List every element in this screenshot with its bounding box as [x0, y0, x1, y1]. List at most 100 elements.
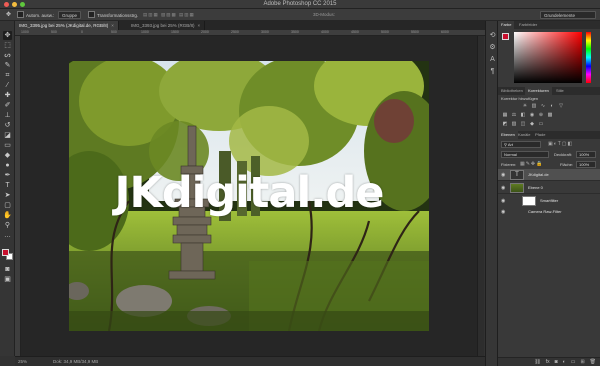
move-tool-icon[interactable]: ✥: [3, 11, 14, 19]
type-tool-icon[interactable]: T: [3, 181, 12, 190]
gradient-tool-icon[interactable]: ▭: [3, 141, 12, 150]
lasso-tool-icon[interactable]: ᔕ: [3, 51, 12, 60]
zoom-level[interactable]: 25%: [18, 357, 27, 366]
tab-channels[interactable]: Kanäle: [515, 131, 533, 139]
layers-panel-tabs: Ebenen Kanäle Pfade: [498, 131, 600, 139]
mask-icon[interactable]: ◙: [555, 358, 558, 366]
photo-filter-icon[interactable]: ◉: [529, 112, 535, 118]
brightness-icon[interactable]: ☀: [522, 103, 528, 109]
hand-tool-icon[interactable]: ✋: [3, 211, 12, 220]
layer-row-image[interactable]: ◉ Ebene 0: [498, 182, 600, 194]
character-icon[interactable]: A: [488, 55, 497, 64]
layer-filter-dropdown[interactable]: ⚲ Art: [501, 141, 541, 148]
exposure-icon[interactable]: ◐: [549, 103, 555, 109]
crop-tool-icon[interactable]: ⌗: [3, 71, 12, 80]
hue-slider[interactable]: [586, 32, 591, 83]
eye-icon[interactable]: ◉: [501, 185, 505, 191]
screen-mode-icon[interactable]: ▣: [3, 275, 12, 284]
watermark-text[interactable]: JKdigital.de: [69, 168, 429, 218]
paragraph-icon[interactable]: ¶: [488, 67, 497, 76]
close-icon[interactable]: ×: [198, 23, 201, 28]
selective-color-icon[interactable]: ◆: [529, 121, 535, 127]
tab-styles[interactable]: Stile: [553, 87, 567, 95]
blend-mode-dropdown[interactable]: Normal: [501, 151, 549, 158]
layer-row-text[interactable]: ◉ T JKdigital.de: [498, 169, 600, 181]
lock-icons[interactable]: ▦✎✥🔒: [520, 161, 543, 167]
camera-raw-filter-row[interactable]: ◉ Camera Raw-Filter: [498, 207, 600, 217]
path-select-tool-icon[interactable]: ➤: [3, 191, 12, 200]
quick-mask-icon[interactable]: ◙: [3, 265, 12, 274]
panel-dock: ⟲ ⚙ A ¶: [485, 21, 498, 366]
color-balance-icon[interactable]: ⚖: [511, 112, 517, 118]
more-tools-icon[interactable]: …: [3, 231, 12, 240]
move-tool-icon[interactable]: ✥: [3, 31, 12, 40]
tab-adjustments[interactable]: Korrekturen: [525, 87, 552, 95]
ruler-tick: 5500: [411, 30, 419, 34]
link-icon[interactable]: ⛓: [534, 358, 540, 366]
eye-icon[interactable]: ◉: [501, 172, 505, 178]
vibrance-icon[interactable]: ▽: [558, 103, 564, 109]
auto-select-checkbox[interactable]: Autom. ausw.:: [14, 11, 57, 19]
healing-brush-tool-icon[interactable]: ✚: [3, 91, 12, 100]
layer-name[interactable]: Ebene 0: [528, 182, 543, 194]
smart-filter-row[interactable]: ◉ Smartfilter: [498, 195, 600, 207]
history-icon[interactable]: ⟲: [488, 31, 497, 40]
marquee-tool-icon[interactable]: ⬚: [3, 41, 12, 50]
quick-select-tool-icon[interactable]: ✎: [3, 61, 12, 70]
trash-icon[interactable]: 🗑: [590, 358, 596, 366]
close-icon[interactable]: ×: [111, 23, 114, 28]
tab-libraries[interactable]: Bibliotheken: [498, 87, 526, 95]
document-tabs: IMG_3395.jpg bei 25% (JKdigital.de, RGB/…: [15, 21, 485, 30]
new-layer-icon[interactable]: ⊞: [580, 358, 584, 366]
curves-icon[interactable]: ∿: [540, 103, 546, 109]
history-brush-tool-icon[interactable]: ↺: [3, 121, 12, 130]
channel-mixer-icon[interactable]: ⊕: [538, 112, 544, 118]
fx-icon[interactable]: fx: [546, 358, 550, 366]
gradient-map-icon[interactable]: ▭: [538, 121, 544, 127]
eyedropper-tool-icon[interactable]: ⁄: [3, 81, 12, 90]
fill-field[interactable]: 100%: [576, 161, 596, 168]
dodge-tool-icon[interactable]: ●: [3, 161, 12, 170]
vertical-scrollbar[interactable]: [477, 36, 484, 356]
shape-tool-icon[interactable]: ▢: [3, 201, 12, 210]
tab-img-3393[interactable]: IMG_3393.jpg bei 25% (RGB/8) ×: [127, 21, 206, 30]
color-field[interactable]: [514, 32, 582, 83]
black-white-icon[interactable]: ◧: [520, 112, 526, 118]
posterize-icon[interactable]: ▨: [511, 121, 517, 127]
add-adjustment-label: Korrektur hinzufügen: [501, 96, 539, 101]
align-icons[interactable]: ▤▥▦ ▧▨▩ ▤▥▦: [140, 11, 198, 19]
opacity-field[interactable]: 100%: [576, 151, 596, 158]
invert-icon[interactable]: ◩: [502, 121, 508, 127]
tab-img-3395[interactable]: IMG_3395.jpg bei 25% (JKdigital.de, RGB/…: [15, 21, 119, 30]
blur-tool-icon[interactable]: ◆: [3, 151, 12, 160]
foreground-color-swatch[interactable]: [2, 249, 9, 256]
panel-foreground-swatch[interactable]: [502, 33, 509, 40]
ruler-tick: 4000: [321, 30, 329, 34]
levels-icon[interactable]: ▥: [531, 103, 537, 109]
auto-select-dropdown[interactable]: Gruppe: [58, 11, 82, 19]
folder-icon[interactable]: ▭: [571, 358, 576, 366]
zoom-tool-icon[interactable]: ⚲: [3, 221, 12, 230]
threshold-icon[interactable]: ◫: [520, 121, 526, 127]
clone-stamp-tool-icon[interactable]: ⊥: [3, 111, 12, 120]
transform-controls-checkbox[interactable]: Transformationsstrg.: [85, 11, 141, 19]
tab-label: IMG_3395.jpg bei 25% (JKdigital.de, RGB/…: [19, 23, 109, 28]
filter-icons[interactable]: ▣◐T▢◧: [548, 141, 573, 147]
layer-name[interactable]: Smartfilter: [540, 195, 558, 207]
pen-tool-icon[interactable]: ✒: [3, 171, 12, 180]
hue-saturation-icon[interactable]: ▦: [502, 112, 508, 118]
brush-tool-icon[interactable]: ✐: [3, 101, 12, 110]
properties-icon[interactable]: ⚙: [488, 43, 497, 52]
workspace-dropdown[interactable]: Grundelemente: [540, 11, 596, 19]
tab-color[interactable]: Farbe: [498, 21, 515, 29]
layer-name[interactable]: JKdigital.de: [528, 169, 549, 181]
layer-name[interactable]: Camera Raw-Filter: [528, 207, 562, 217]
ruler-tick: 6000: [441, 30, 449, 34]
eraser-tool-icon[interactable]: ◪: [3, 131, 12, 140]
adjustment-icon[interactable]: ◐: [563, 358, 566, 366]
eye-icon[interactable]: ◉: [501, 198, 505, 204]
eye-icon[interactable]: ◉: [501, 209, 505, 215]
tab-paths[interactable]: Pfade: [532, 131, 548, 139]
color-lookup-icon[interactable]: ▩: [547, 112, 553, 118]
tab-swatches[interactable]: Farbfelder: [516, 21, 540, 29]
